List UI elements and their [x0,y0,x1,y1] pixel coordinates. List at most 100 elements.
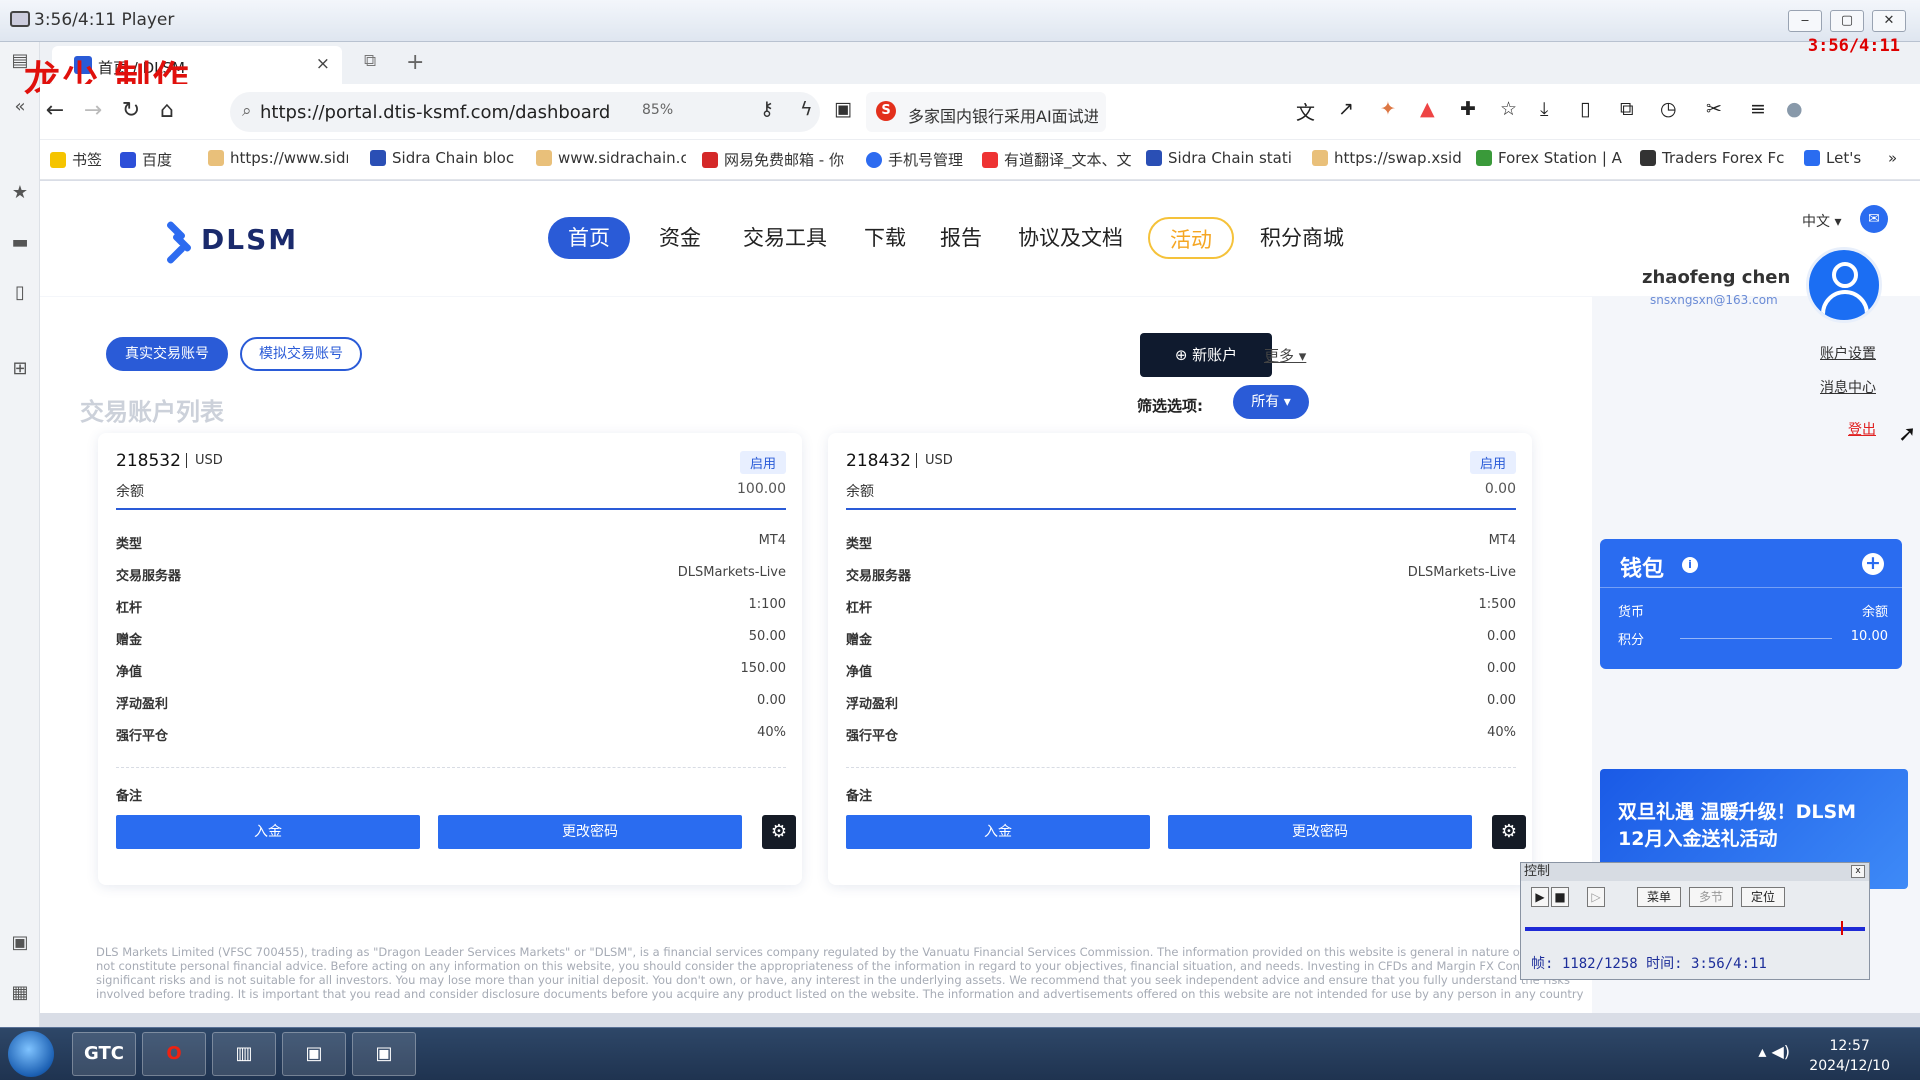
history-icon[interactable]: ◷ [1660,98,1677,120]
player-app-icon[interactable]: ▣ [282,1032,346,1076]
add-panel-icon[interactable]: ⊞ [8,358,32,380]
avatar[interactable] [1806,247,1882,323]
menu-points-mall[interactable]: 积分商城 [1240,217,1364,259]
volume-icon[interactable]: ▴ ◀) [1758,1042,1790,1061]
search-box[interactable]: S 多家国内银行采用AI面试进 [866,92,1106,132]
folder-icon[interactable]: ▬ [8,232,32,254]
scissors-icon[interactable]: ✂ [1706,98,1722,120]
control-multi-button[interactable]: 多节 [1689,887,1733,907]
sparkle-icon[interactable]: ✦ [1380,98,1396,120]
system-clock[interactable]: 12:57 2024/12/10 [1809,1036,1890,1076]
opera-icon[interactable]: O [142,1032,206,1076]
seek-bar[interactable] [1525,927,1865,931]
download-icon[interactable]: ⤓ [1540,98,1548,120]
tab-real-accounts[interactable]: 真实交易账号 [106,337,228,371]
reader-icon[interactable]: ▣ [834,98,852,120]
tab-demo-accounts[interactable]: 模拟交易账号 [240,337,362,371]
notebook-icon[interactable]: ▥ [212,1032,276,1076]
menu-activities[interactable]: 活动 [1148,217,1234,259]
close-button[interactable]: ✕ [1872,10,1906,32]
bookmark-item[interactable]: 网易免费邮箱 - 你 [702,149,852,170]
chart-icon[interactable]: ↗ [1338,98,1354,120]
info-icon[interactable]: i [1682,557,1698,573]
add-wallet-icon[interactable]: + [1862,553,1884,575]
change-password-button[interactable]: 更改密码 [1168,815,1472,849]
pdf-icon[interactable]: ▲ [1420,98,1435,120]
new-tab-icon[interactable]: + [406,50,424,75]
message-center-link[interactable]: 消息中心 [1820,377,1876,397]
more-bookmarks-icon[interactable]: » [1888,149,1908,167]
change-password-button[interactable]: 更改密码 [438,815,742,849]
extensions-icon[interactable]: ✚ [1460,98,1476,120]
detail-row: 杠杆 1:100 [116,597,786,616]
home-icon[interactable]: ⌂ [152,98,182,123]
control-close-icon[interactable]: x [1851,865,1865,878]
mail-icon[interactable]: ✉ [1860,205,1888,233]
play-icon[interactable]: ▶ [1531,887,1549,907]
menu-funds[interactable]: 资金 [639,217,721,259]
player-app-icon[interactable]: ▣ [352,1032,416,1076]
toolbox-icon[interactable]: ▦ [8,982,32,1004]
menu-trading-tools[interactable]: 交易工具 [723,217,847,259]
bookmark-item[interactable]: Sidra Chain bloc [370,149,520,167]
filter-dropdown[interactable]: 所有 ▾ [1233,385,1309,419]
menu-home[interactable]: 首页 [548,217,630,259]
bookmark-item[interactable]: 有道翻译_文本、文 [982,149,1132,170]
menu-agreements[interactable]: 协议及文档 [998,217,1143,259]
gear-icon[interactable]: ⚙ [762,815,796,849]
gear-icon[interactable]: ⚙ [1492,815,1526,849]
new-account-button[interactable]: ⊕ 新账户 [1140,333,1272,377]
deposit-button[interactable]: 入金 [846,815,1150,849]
account-card: 218532 USD 启用 余额 100.00 类型 MT4 交易服务器 DLSMa… [98,433,802,885]
next-frame-icon[interactable]: ▷ [1587,887,1605,907]
bookmark-item[interactable]: 手机号管理 [866,149,978,170]
control-menu-button[interactable]: 菜单 [1637,887,1681,907]
profile-icon[interactable]: ● [1786,98,1803,120]
forward-icon[interactable]: → [78,98,108,123]
taskbar-app-gtc[interactable]: GTC [72,1032,136,1076]
bookmark-item[interactable]: https://swap.xsid [1312,149,1462,167]
bookmark-item[interactable]: Forex Station | A [1476,149,1626,167]
deposit-button[interactable]: 入金 [116,815,420,849]
seek-position-marker[interactable] [1841,921,1843,935]
phone-icon[interactable]: ▯ [8,282,32,304]
reload-icon[interactable]: ↻ [116,98,146,123]
copy-icon[interactable]: ⧉ [1620,98,1634,120]
zoom-level[interactable]: 85% [642,102,673,118]
stop-icon[interactable]: ■ [1551,887,1569,907]
language-select[interactable]: 中文 ▾ [1802,211,1841,231]
favorites-icon[interactable]: ★ [8,182,32,204]
screenshot-icon[interactable]: ▣ [8,932,32,954]
bookmark-item[interactable]: 百度 [120,149,190,170]
account-settings-link[interactable]: 账户设置 [1820,343,1876,363]
menu-icon[interactable]: ≡ [1750,98,1766,120]
detail-row: 净值 150.00 [116,661,786,680]
menu-reports[interactable]: 报告 [920,217,1002,259]
tab-group-icon[interactable]: ⧉ [364,51,376,71]
minimize-button[interactable]: ‒ [1788,10,1822,32]
bookmark-item[interactable]: Sidra Chain stati [1146,149,1296,167]
tab-close-icon[interactable]: × [316,54,330,74]
more-dropdown[interactable]: 更多 ▾ [1264,345,1306,366]
url-text[interactable]: https://portal.dtis-ksmf.com/dashboard [260,102,610,123]
bookmark-item[interactable]: Let's [1804,149,1874,167]
bookmark-item[interactable]: https://www.sidra [208,149,348,167]
bookmark-star-icon[interactable]: ☆ [1500,98,1517,120]
back-icon[interactable]: ← [40,98,70,123]
control-locate-button[interactable]: 定位 [1741,887,1785,907]
maximize-button[interactable]: ▢ [1830,10,1864,32]
star-icon [50,152,66,168]
lightning-icon[interactable]: ϟ [800,98,813,120]
menu-download[interactable]: 下载 [844,217,926,259]
address-bar[interactable]: ⌕ https://portal.dtis-ksmf.com/dashboard… [230,92,820,132]
bookmark-item[interactable]: 书签 [50,149,106,170]
mobile-icon[interactable]: ▯ [1580,98,1590,120]
key-icon[interactable]: ⚷ [760,98,774,120]
search-box-text[interactable]: 多家国内银行采用AI面试进 [908,103,1098,127]
dlsm-logo[interactable]: DLSM [165,220,298,265]
bookmark-item[interactable]: www.sidrachain.c [536,149,686,167]
translate-icon[interactable]: 文 [1296,98,1315,125]
logout-link[interactable]: 登出 [1848,419,1876,439]
bookmark-item[interactable]: Traders Forex Fc [1640,149,1790,167]
start-button[interactable] [8,1031,54,1077]
